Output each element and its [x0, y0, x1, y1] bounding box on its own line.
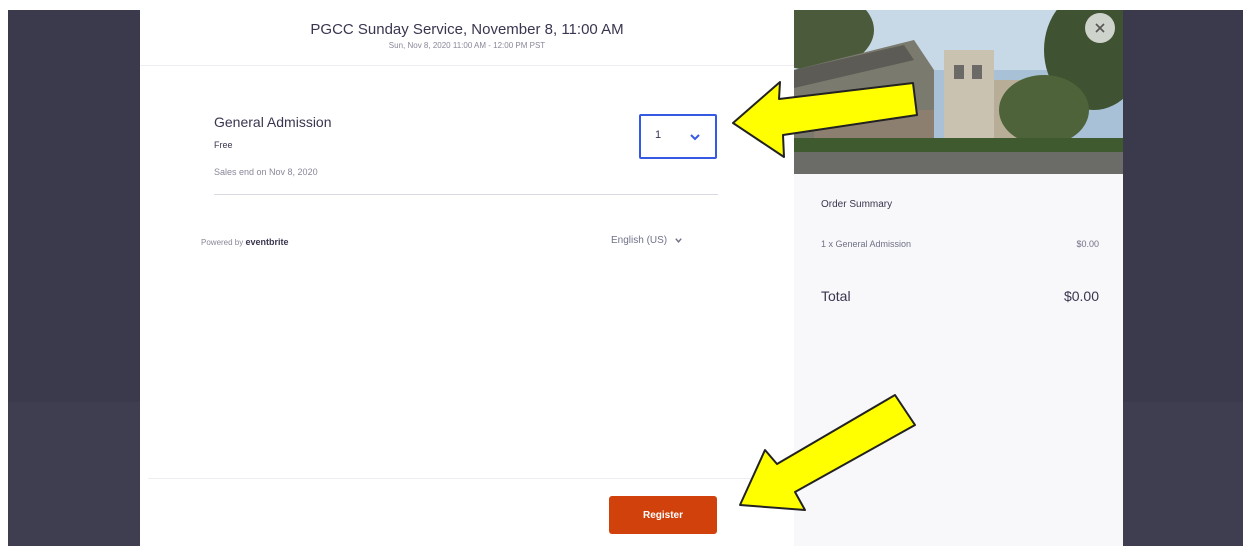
event-date: Sun, Nov 8, 2020 11:00 AM - 12:00 PM PST [388, 41, 546, 50]
total-value: $0.00 [1063, 288, 1099, 304]
event-title: PGCC Sunday Service, November 8, 11:00 A… [310, 21, 624, 38]
quantity-select[interactable]: 1 [639, 114, 717, 159]
eventbrite-logo[interactable]: eventbrite [245, 237, 288, 247]
order-summary-panel: Order Summary 1 x General Admission $0.0… [794, 10, 1123, 546]
register-button[interactable]: Register [609, 496, 717, 534]
language-select[interactable]: English (US) [611, 235, 683, 246]
event-image [794, 10, 1123, 174]
chevron-down-icon [690, 134, 700, 141]
ticket-price: Free [214, 140, 233, 150]
powered-by: Powered by eventbrite [201, 237, 289, 247]
powered-by-label: Powered by [201, 238, 244, 247]
close-icon [1095, 23, 1105, 33]
order-item-label: 1 x General Admission [821, 239, 912, 249]
event-header: PGCC Sunday Service, November 8, 11:00 A… [140, 10, 794, 66]
chevron-down-icon [675, 238, 682, 243]
ticket-name: General Admission [214, 114, 332, 130]
footer-divider [148, 478, 794, 479]
checkout-panel: PGCC Sunday Service, November 8, 11:00 A… [140, 10, 794, 546]
church-photo [794, 10, 1123, 174]
total-label: Total [821, 288, 851, 304]
close-button[interactable] [1085, 13, 1115, 43]
language-label: English (US) [611, 235, 668, 246]
order-summary-title: Order Summary [821, 199, 893, 210]
ticket-divider [214, 194, 718, 195]
order-item-price: $0.00 [1076, 239, 1099, 249]
quantity-value: 1 [655, 129, 662, 141]
ticket-sales-end: Sales end on Nov 8, 2020 [214, 167, 318, 177]
